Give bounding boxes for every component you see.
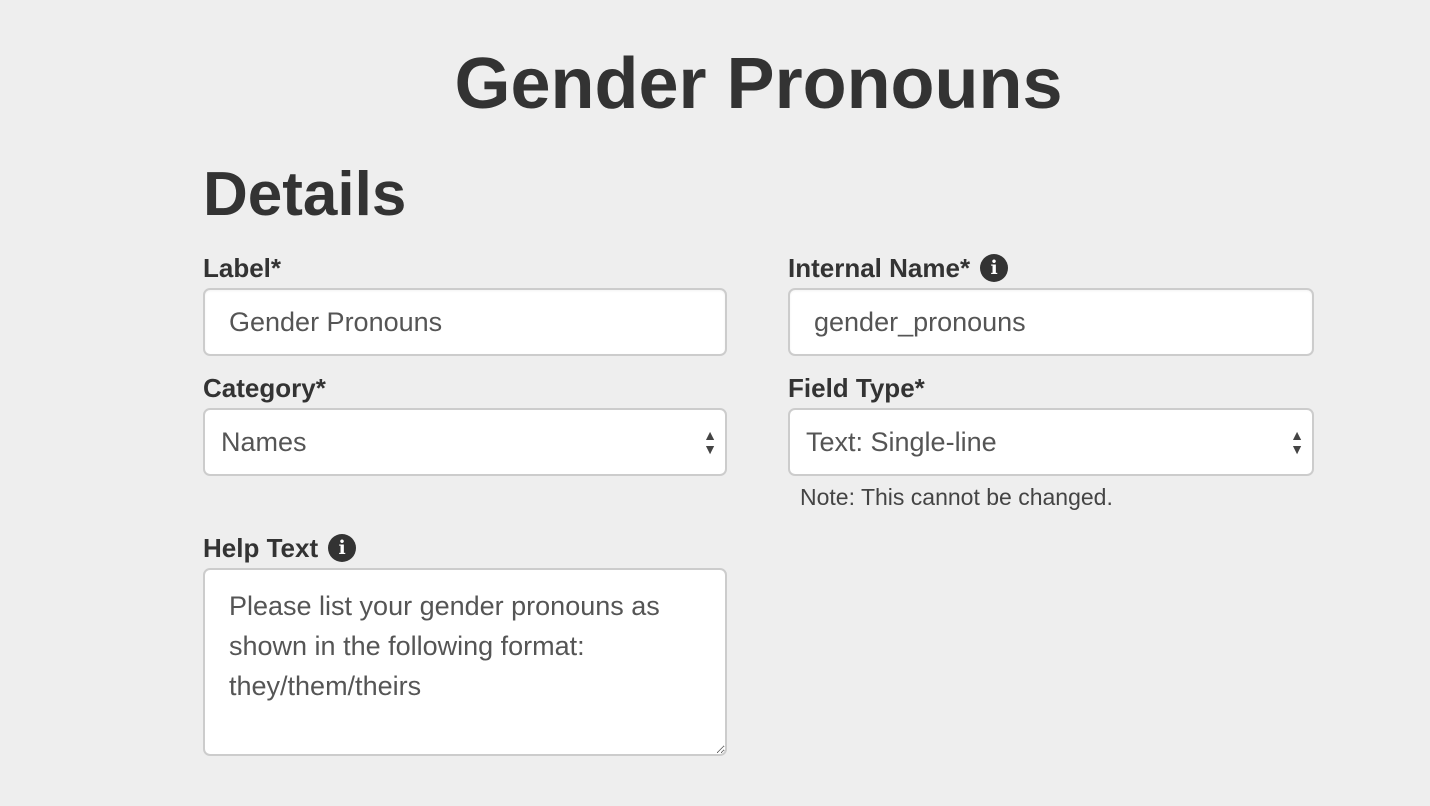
details-heading: Details bbox=[203, 160, 407, 229]
label-field-label: Label* bbox=[203, 253, 281, 283]
label-input[interactable] bbox=[203, 288, 727, 356]
category-select[interactable]: Names ▲ ▼ bbox=[203, 408, 727, 476]
category-field-label: Category* bbox=[203, 373, 326, 403]
help-text-textarea[interactable]: Please list your gender pronouns as show… bbox=[203, 568, 727, 756]
select-arrows-icon: ▲ ▼ bbox=[1290, 427, 1304, 457]
internal-name-field-label: Internal Name* i bbox=[788, 253, 1009, 283]
field-type-label-text: Field Type* bbox=[788, 373, 925, 403]
field-type-select[interactable]: Text: Single-line ▲ ▼ bbox=[788, 408, 1314, 476]
help-text-label-text: Help Text bbox=[203, 533, 319, 563]
field-type-note: Note: This cannot be changed. bbox=[800, 484, 1113, 510]
internal-name-label-text: Internal Name* bbox=[788, 253, 971, 283]
help-text-field-label: Help Text i bbox=[203, 533, 357, 563]
category-selected-value: Names bbox=[221, 426, 307, 457]
page-title: Gender Pronouns bbox=[454, 44, 1063, 124]
internal-name-input[interactable] bbox=[788, 288, 1314, 356]
category-label-text: Category* bbox=[203, 373, 326, 403]
field-type-field-label: Field Type* bbox=[788, 373, 925, 403]
field-type-selected-value: Text: Single-line bbox=[806, 426, 997, 457]
info-icon[interactable]: i bbox=[328, 534, 357, 562]
info-icon[interactable]: i bbox=[980, 254, 1009, 282]
select-arrows-icon: ▲ ▼ bbox=[703, 427, 717, 457]
label-field-label-text: Label* bbox=[203, 253, 282, 283]
